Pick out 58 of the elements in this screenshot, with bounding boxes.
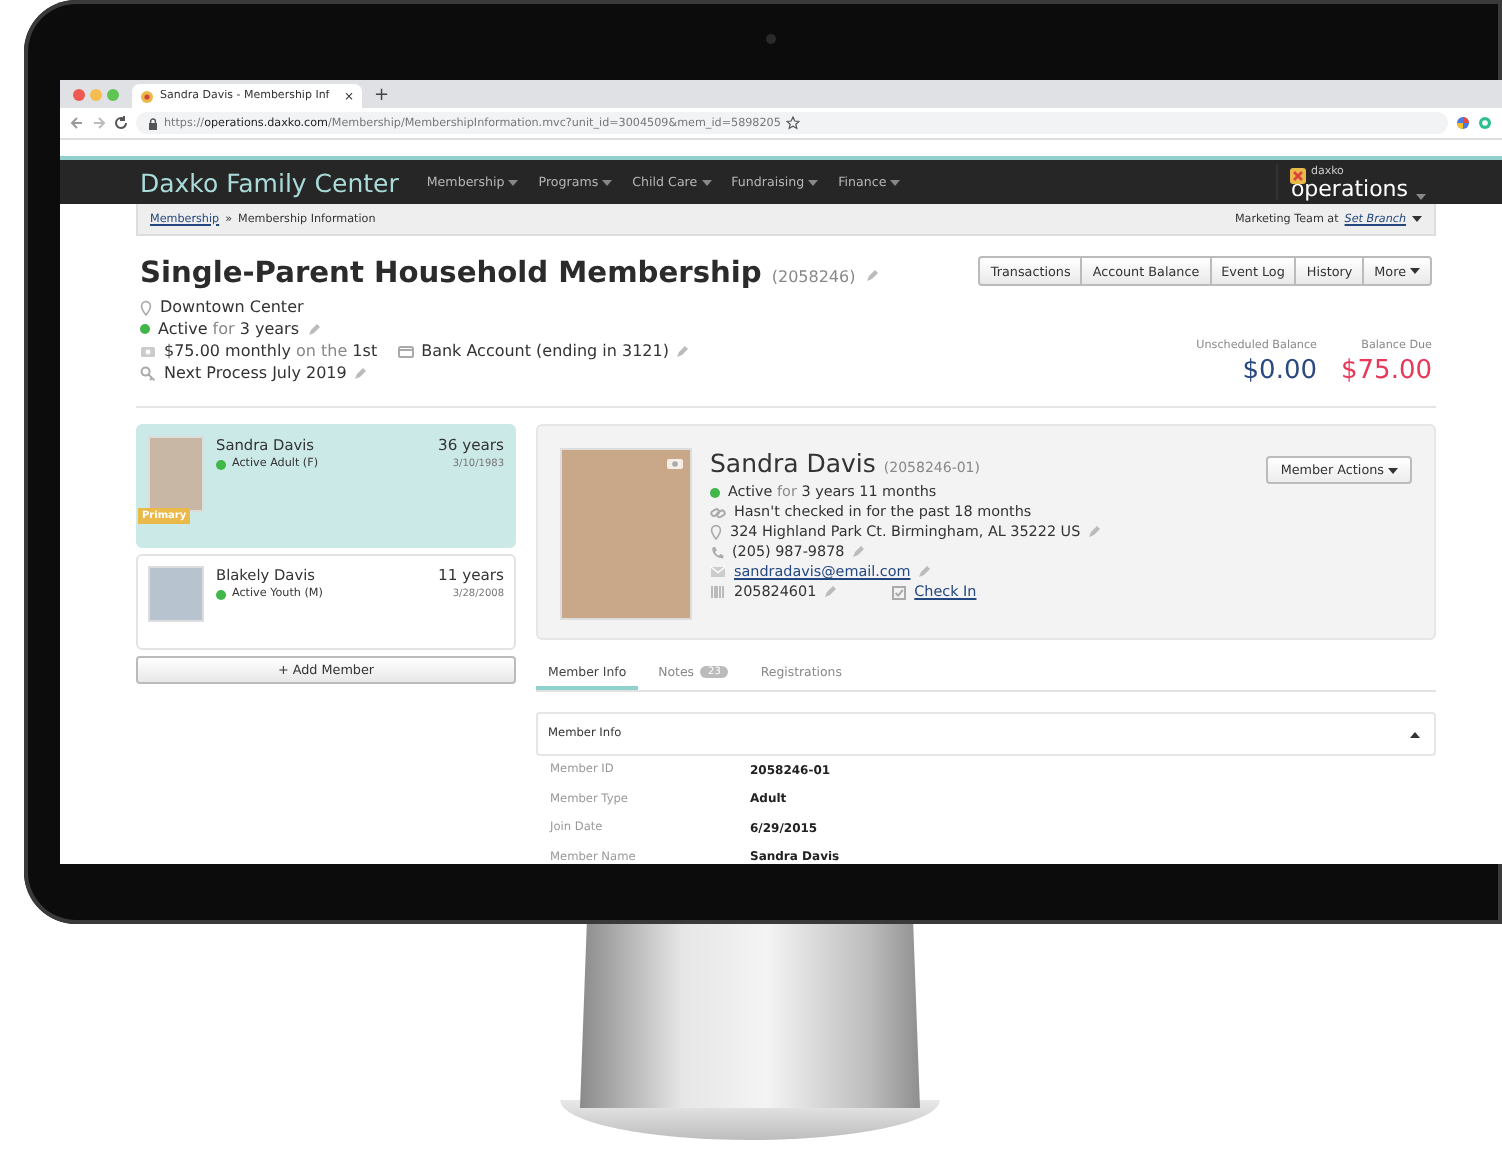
status-text: Active for 3 years [158, 318, 299, 340]
pencil-icon [865, 270, 878, 282]
status-dot-icon [710, 487, 720, 497]
location-pin-icon [710, 524, 722, 540]
key-icon [140, 365, 156, 381]
extension-icon [1478, 116, 1492, 130]
new-tab-button[interactable]: + [374, 84, 390, 108]
location-pin-icon [140, 299, 152, 315]
status-dot-icon [216, 459, 226, 469]
caret-icon [1410, 268, 1420, 274]
window-controls-icon [72, 87, 120, 101]
payment-method: Bank Account (ending in 3121) [421, 340, 669, 362]
camera-icon [766, 34, 776, 44]
star-icon [786, 116, 801, 130]
extension-icon [1456, 116, 1470, 130]
pencil-icon [354, 367, 367, 379]
caret-icon [1388, 467, 1398, 473]
money-icon [140, 345, 156, 357]
caret-icon [1416, 194, 1426, 200]
camera-icon [666, 456, 684, 470]
logo-text: operations [1290, 178, 1408, 200]
back-arrow-icon [70, 116, 84, 130]
favicon-icon [140, 89, 154, 103]
reload-icon [114, 116, 128, 130]
next-process: Next Process July 2019 [164, 362, 347, 384]
balance-amount: $0.00 [1242, 356, 1317, 386]
profile-name: Sandra Davis [710, 448, 876, 478]
caret-icon [890, 179, 901, 185]
photo-placeholder [148, 566, 204, 622]
balance-amount: $75.00 [1341, 356, 1432, 386]
lock-icon [148, 117, 158, 129]
photo-placeholder [148, 436, 204, 512]
status-dot-icon [140, 324, 150, 334]
pencil-icon [918, 566, 931, 578]
pencil-icon [824, 586, 837, 598]
pencil-icon [676, 345, 689, 357]
envelope-icon [710, 566, 726, 578]
brand-name[interactable]: Daxko Family Center [140, 167, 399, 197]
caret-icon [508, 179, 519, 185]
membership-id: (2058246) [771, 268, 856, 286]
payment-text: $75.00 monthly on the 1st [164, 340, 378, 362]
link-icon [710, 505, 726, 519]
pencil-icon [852, 546, 865, 558]
pencil-icon [1088, 526, 1101, 538]
status-dot-icon [216, 589, 226, 599]
membership-title: Single-Parent Household Membership [140, 256, 762, 290]
caret-icon [701, 179, 712, 185]
barcode-icon [710, 586, 726, 598]
phone-icon [710, 545, 724, 559]
caret-icon [808, 179, 819, 185]
pencil-icon [307, 323, 319, 335]
logo-mark-icon [1290, 167, 1307, 183]
caret-icon [1412, 216, 1422, 222]
location-text: Downtown Center [160, 296, 304, 318]
card-icon [397, 345, 414, 357]
checkbox-icon [892, 585, 907, 599]
caret-icon [602, 179, 613, 185]
forward-arrow-icon [92, 116, 106, 130]
